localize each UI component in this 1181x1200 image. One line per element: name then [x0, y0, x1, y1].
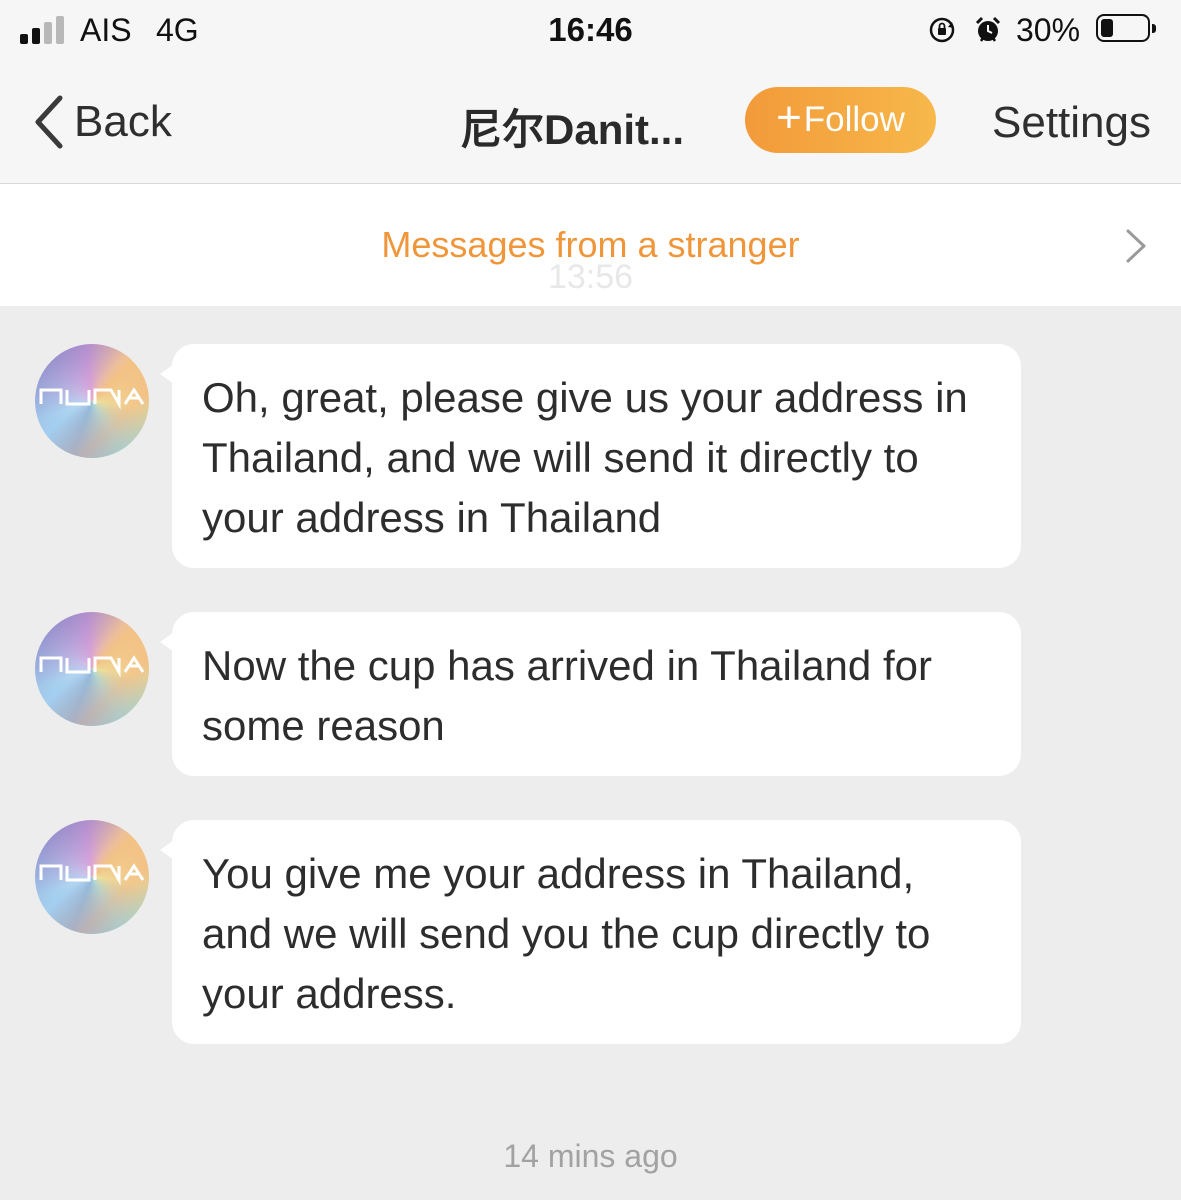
message-text: You give me your address in Thailand, an… — [202, 850, 931, 1017]
message-text: Now the cup has arrived in Thailand for … — [202, 642, 932, 749]
settings-button[interactable]: Settings — [992, 98, 1151, 148]
chevron-left-icon — [35, 95, 63, 149]
follow-label: Follow — [803, 100, 905, 139]
battery-icon — [1096, 14, 1156, 42]
message-text: Oh, great, please give us your address i… — [202, 374, 968, 541]
brand-logo-icon — [39, 655, 145, 678]
rotation-lock-icon — [929, 17, 955, 43]
back-button[interactable]: Back — [30, 90, 172, 154]
brand-logo-icon — [39, 863, 145, 886]
message-bubble[interactable]: Oh, great, please give us your address i… — [160, 344, 1021, 568]
message-bubble[interactable]: You give me your address in Thailand, an… — [160, 820, 1021, 1044]
battery-percent: 30% — [1016, 12, 1081, 48]
faded-timestamp: 13:56 — [547, 258, 634, 296]
avatar[interactable] — [35, 344, 149, 458]
plus-icon: + — [776, 93, 802, 142]
brand-logo-icon — [39, 387, 145, 410]
status-time: 16:46 — [548, 11, 633, 48]
navigation-bar: Back 尼尔Danit... + Follow Settings — [0, 60, 1181, 183]
status-bar: AIS 4G 16:46 30% — [0, 0, 1181, 60]
message-bubble[interactable]: Now the cup has arrived in Thailand for … — [160, 612, 1021, 776]
conversation-title: 尼尔Danit... — [460, 106, 685, 153]
alarm-icon — [975, 16, 1001, 42]
avatar[interactable] — [35, 612, 149, 726]
message-timestamp: 14 mins ago — [503, 1138, 678, 1174]
back-label: Back — [74, 97, 172, 146]
top-bar: AIS 4G 16:46 30% Back 尼尔Danit... + Follo… — [0, 0, 1181, 184]
follow-button[interactable]: + Follow — [745, 87, 936, 153]
avatar[interactable] — [35, 820, 149, 934]
